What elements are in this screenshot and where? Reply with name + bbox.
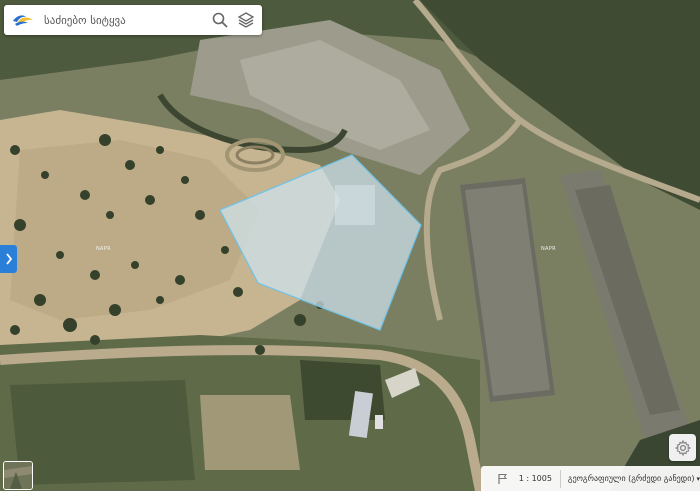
- map-label-napr: NAPR: [541, 246, 556, 252]
- basemap-switcher[interactable]: [3, 461, 33, 490]
- expand-panel-button[interactable]: [0, 245, 17, 273]
- search-icon: [212, 12, 228, 28]
- scale-flag-icon: [495, 471, 511, 487]
- chevron-down-icon: ▾: [696, 474, 700, 483]
- layers-button[interactable]: [236, 10, 256, 30]
- search-input[interactable]: [42, 12, 210, 28]
- status-bar: 1 : 1005 გეოგრაფიული (გრძედი განედი) ▾: [481, 466, 700, 491]
- divider: [559, 469, 561, 488]
- chevron-right-icon: [5, 253, 12, 265]
- map-view[interactable]: NAPR NAPR: [0, 0, 700, 491]
- gear-icon: [674, 439, 691, 456]
- settings-button[interactable]: [669, 434, 696, 461]
- search-button[interactable]: [210, 10, 230, 30]
- search-bar: [4, 5, 262, 35]
- layers-icon: [237, 12, 255, 28]
- map-label-napr: NAPR: [96, 246, 111, 252]
- coordinate-system-select[interactable]: გეოგრაფიული (გრძედი განედი) ▾: [568, 474, 700, 483]
- basemap-thumbnail-icon: [4, 462, 32, 489]
- map-scale: 1 : 1005: [518, 474, 552, 483]
- coordinate-system-label: გეოგრაფიული (გრძედი განედი): [567, 474, 695, 483]
- app-logo-icon: [12, 12, 34, 28]
